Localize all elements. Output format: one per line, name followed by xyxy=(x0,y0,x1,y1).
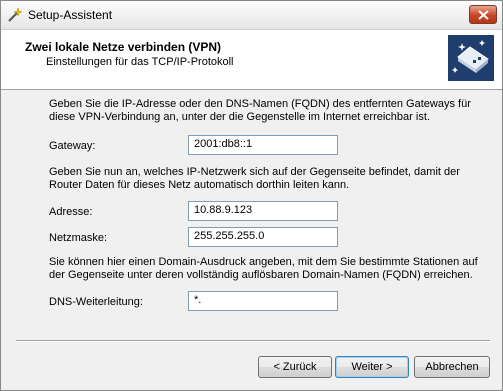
gateway-description-line2: diese VPN-Verbindung an, unter der die G… xyxy=(49,111,430,123)
network-wizard-logo-icon xyxy=(448,35,494,81)
wizard-wand-icon xyxy=(7,7,23,23)
wizard-header: Zwei lokale Netze verbinden (VPN) Einste… xyxy=(1,30,502,90)
setup-wizard-window: Setup-Assistent Zwei lokale Netze verbin… xyxy=(0,0,503,391)
netmask-input[interactable]: 255.255.255.0 xyxy=(188,227,338,247)
gateway-description: Geben Sie die IP-Adresse oder den DNS-Na… xyxy=(49,98,489,124)
next-button[interactable]: Weiter > xyxy=(335,356,409,378)
network-description-line1: Geben Sie nun an, welches IP-Netzwerk si… xyxy=(49,166,460,178)
dns-description-line2: der Gegenseite unter deren vollständig a… xyxy=(49,269,473,281)
netmask-label: Netzmaske: xyxy=(49,232,108,244)
close-icon xyxy=(478,10,489,20)
gateway-description-line1: Geben Sie die IP-Adresse oder den DNS-Na… xyxy=(49,98,471,110)
title-bar[interactable]: Setup-Assistent xyxy=(1,1,502,30)
network-description: Geben Sie nun an, welches IP-Netzwerk si… xyxy=(49,166,489,192)
gateway-label: Gateway: xyxy=(49,140,96,152)
address-input[interactable]: 10.88.9.123 xyxy=(188,201,338,221)
back-button[interactable]: < Zurück xyxy=(258,356,332,378)
address-label: Adresse: xyxy=(49,206,93,218)
window-title: Setup-Assistent xyxy=(28,8,113,22)
dns-description: Sie können hier einen Domain-Ausdruck an… xyxy=(49,256,489,282)
dns-forwarding-label: DNS-Weiterleitung: xyxy=(49,296,143,308)
gateway-input[interactable]: 2001:db8::1 xyxy=(188,135,338,155)
dns-description-line1: Sie können hier einen Domain-Ausdruck an… xyxy=(49,256,478,268)
network-description-line2: Router Daten für dieses Netz automatisch… xyxy=(49,179,350,191)
cancel-button[interactable]: Abbrechen xyxy=(414,356,490,378)
page-title: Zwei lokale Netze verbinden (VPN) xyxy=(25,40,222,54)
page-subtitle: Einstellungen für das TCP/IP-Protokoll xyxy=(46,56,234,68)
footer-separator xyxy=(16,340,490,342)
close-button[interactable] xyxy=(469,5,497,24)
dns-forwarding-input[interactable]: *. xyxy=(188,291,338,311)
